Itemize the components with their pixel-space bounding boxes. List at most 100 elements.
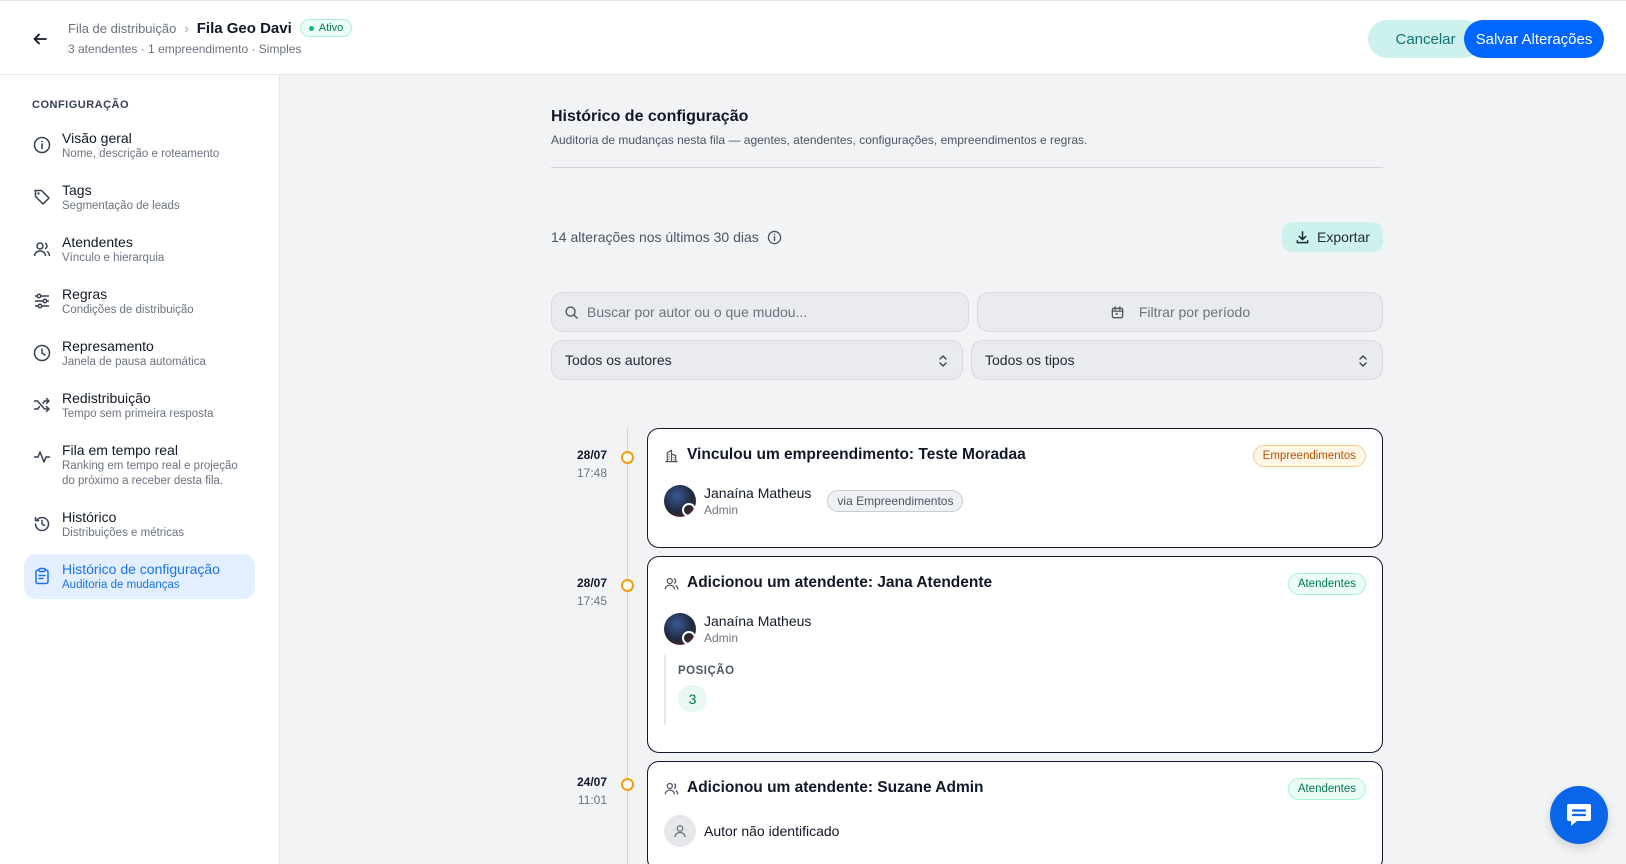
- category-tag: Empreendimentos: [1252, 445, 1366, 467]
- sidebar-item-historico-configuracao[interactable]: Histórico de configuração Auditoria de mu…: [24, 554, 255, 599]
- sidebar-item-historico[interactable]: Histórico Distribuições e métricas: [24, 502, 255, 547]
- search-input[interactable]: Buscar por autor ou o que mudou...: [551, 292, 969, 332]
- change-card[interactable]: Adicionou um atendente: Jana Atendente A…: [647, 556, 1383, 753]
- users-icon: [32, 239, 52, 259]
- change-title: Adicionou um atendente: Jana Atendente: [687, 574, 993, 591]
- sidebar-item-desc: Ranking em tempo real e projeção do próx…: [62, 460, 238, 487]
- author-info: Autor não identificado: [664, 815, 839, 847]
- status-badge: Ativo: [299, 19, 353, 37]
- status-badge-label: Ativo: [318, 22, 344, 34]
- info-icon: [32, 135, 52, 155]
- chat-icon: [1567, 804, 1591, 826]
- export-label: Exportar: [1317, 229, 1370, 245]
- sidebar-item-label: Histórico: [62, 509, 117, 525]
- activity-icon: [32, 447, 52, 467]
- sidebar-item-label: Atendentes: [62, 234, 133, 250]
- sidebar-item-desc: Vínculo e hierarquia: [62, 252, 165, 264]
- sidebar-item-redistribuicao[interactable]: Redistribuição Tempo sem primeira respost…: [24, 383, 255, 428]
- changes-count: 14 alterações nos últimos 30 dias: [551, 229, 782, 245]
- sidebar-item-desc: Condições de distribuição: [62, 304, 194, 316]
- sidebar-item-represamento[interactable]: Represamento Janela de pausa automática: [24, 331, 255, 376]
- author-role: Admin: [704, 631, 739, 645]
- users-icon: [664, 577, 679, 589]
- entry-time: 17:48: [576, 466, 607, 480]
- download-icon: [1296, 230, 1309, 243]
- entry-time: 17:45: [576, 594, 607, 608]
- entry-date: 28/07: [576, 448, 607, 462]
- period-filter[interactable]: Filtrar por período: [977, 292, 1383, 332]
- avatar: [664, 613, 696, 645]
- stats-row: 14 alterações nos últimos 30 dias Export…: [551, 222, 1383, 252]
- avatar: [664, 485, 696, 517]
- clock-icon: [32, 343, 52, 363]
- sidebar-item-label: Regras: [62, 286, 108, 302]
- sidebar-item-atendentes[interactable]: Atendentes Vínculo e hierarquia: [24, 227, 255, 272]
- timeline-dot: [621, 451, 634, 464]
- status-dot-icon: [308, 25, 314, 31]
- calendar-icon: [1111, 305, 1124, 318]
- sidebar-item-desc: Distribuições e métricas: [62, 527, 185, 539]
- sidebar-item-label: Tags: [62, 182, 92, 198]
- users-icon: [664, 782, 679, 794]
- sidebar-item-desc: Auditoria de mudanças: [62, 579, 180, 591]
- arrow-left-icon: [33, 33, 47, 45]
- history-icon: [32, 514, 52, 534]
- top-header: Fila de distribuição › Fila Geo Davi Ati…: [0, 0, 1626, 75]
- section-subtitle: Auditoria de mudanças nesta fila — agent…: [551, 133, 1088, 147]
- authors-select-value: Todos os autores: [565, 352, 672, 368]
- building-icon: [665, 449, 678, 462]
- sidebar-item-label: Fila em tempo real: [62, 442, 178, 458]
- sidebar-item-label: Histórico de configuração: [62, 561, 220, 577]
- change-title: Adicionou um atendente: Suzane Admin: [687, 779, 984, 796]
- page-title: Fila Geo Davi: [196, 19, 292, 37]
- back-button[interactable]: [28, 27, 52, 51]
- entry-date: 24/07: [576, 775, 607, 789]
- main-content: Histórico de configuração Auditoria de m…: [551, 108, 1383, 864]
- category-tag: Atendentes: [1287, 778, 1366, 800]
- clipboard-icon: [32, 566, 52, 586]
- author-name: Janaína Matheus: [704, 485, 812, 501]
- sidebar-item-label: Represamento: [62, 338, 154, 354]
- via-chip: via Empreendimentos: [827, 490, 964, 512]
- author-name: Janaína Matheus: [704, 613, 812, 629]
- export-button[interactable]: Exportar: [1282, 222, 1383, 252]
- sidebar-item-desc: Janela de pausa automática: [62, 356, 206, 368]
- changes-count-label: 14 alterações nos últimos 30 dias: [551, 229, 759, 245]
- period-placeholder: Filtrar por período: [1138, 304, 1251, 320]
- sidebar-item-fila-tempo-real[interactable]: Fila em tempo real Ranking em tempo real …: [24, 435, 255, 495]
- types-select[interactable]: Todos os tipos: [971, 340, 1383, 380]
- chevron-updown-icon: [939, 355, 947, 367]
- sidebar-item-label: Visão geral: [62, 130, 132, 146]
- queue-meta: 3 atendentes · 1 empreendimento · Simple…: [68, 42, 302, 56]
- breadcrumb-parent[interactable]: Fila de distribuição: [68, 21, 176, 36]
- position-value: 3: [678, 685, 707, 712]
- sidebar-item-desc: Tempo sem primeira resposta: [62, 408, 214, 420]
- author-role: Admin: [704, 503, 739, 517]
- change-card[interactable]: Vinculou um empreendimento: Teste Morada…: [647, 428, 1383, 548]
- sidebar-section-title: CONFIGURAÇÃO: [32, 99, 130, 111]
- sidebar-nav: Visão geral Nome, descrição e roteamento …: [24, 123, 255, 606]
- sidebar-item-tags[interactable]: Tags Segmentação de leads: [24, 175, 255, 220]
- divider: [551, 167, 1383, 168]
- sidebar-item-label: Redistribuição: [62, 390, 151, 406]
- timeline-line: [627, 428, 628, 864]
- author-info: Janaína Matheus Admin: [664, 612, 811, 646]
- save-changes-button[interactable]: Salvar Alterações: [1464, 20, 1604, 58]
- authors-select[interactable]: Todos os autores: [551, 340, 963, 380]
- info-icon[interactable]: [767, 230, 782, 245]
- author-info: Janaína Matheus Admin via Empreendimento…: [664, 484, 964, 518]
- search-placeholder: Buscar por autor ou o que mudou...: [587, 304, 808, 320]
- sidebar-item-regras[interactable]: Regras Condições de distribuição: [24, 279, 255, 324]
- author-name: Autor não identificado: [704, 823, 840, 839]
- detail-label: POSIÇÃO: [678, 665, 735, 677]
- section-title: Histórico de configuração: [551, 108, 749, 125]
- change-card[interactable]: Adicionou um atendente: Suzane Admin Ate…: [647, 761, 1383, 864]
- chat-button[interactable]: [1550, 786, 1608, 844]
- sidebar-item-visao-geral[interactable]: Visão geral Nome, descrição e roteamento: [24, 123, 255, 168]
- chevron-updown-icon: [1359, 355, 1367, 367]
- change-detail: POSIÇÃO 3: [664, 655, 735, 725]
- search-icon: [565, 305, 578, 319]
- user-placeholder-icon: [664, 815, 696, 847]
- timeline-dot: [621, 579, 634, 592]
- change-title: Vinculou um empreendimento: Teste Morada…: [687, 446, 1026, 463]
